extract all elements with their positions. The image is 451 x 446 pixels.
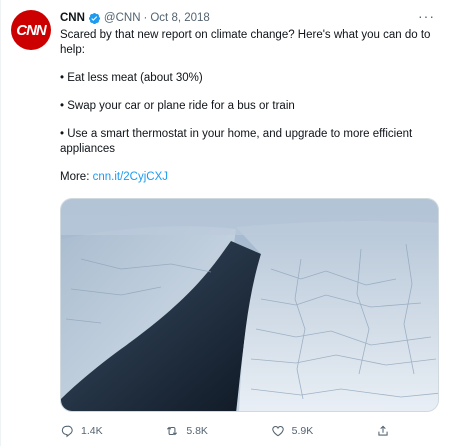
sea-ice-photo [61, 199, 438, 411]
more-label: More: [60, 171, 93, 183]
verified-badge-icon [88, 12, 100, 24]
more-options-icon[interactable]: ··· [418, 8, 435, 24]
tweet-header: CNN @CNN · Oct 8, 2018 [60, 10, 210, 26]
like-button[interactable]: 5.9K [271, 423, 314, 439]
share-icon [378, 425, 388, 436]
author-handle[interactable]: @CNN [104, 12, 141, 24]
tweet-image[interactable] [60, 198, 439, 412]
tweet-actions: 1.4K 5.8K 5.9K [60, 423, 390, 439]
tweet-bullet: • Swap your car or plane ride for a bus … [60, 100, 295, 112]
share-button[interactable] [376, 423, 390, 439]
tweet-card[interactable]: CNN CNN @CNN · Oct 8, 2018 ··· Scared by… [0, 0, 451, 446]
reply-button[interactable]: 1.4K [60, 423, 103, 439]
retweet-icon [167, 426, 178, 436]
reply-icon [61, 425, 73, 438]
header-separator: · [143, 12, 148, 24]
tweet-text: Scared by that new report on climate cha… [60, 28, 440, 185]
tweet-bullet: • Use a smart thermostat in your home, a… [60, 128, 413, 155]
like-icon [271, 426, 284, 437]
reply-count: 1.4K [81, 425, 103, 437]
avatar[interactable]: CNN [11, 10, 51, 50]
tweet-intro: Scared by that new report on climate cha… [60, 29, 431, 56]
author-name[interactable]: CNN [60, 12, 85, 24]
tweet-date[interactable]: Oct 8, 2018 [150, 12, 209, 24]
more-line: More: cnn.it/2CyjCXJ [60, 170, 440, 185]
like-count: 5.9K [291, 425, 314, 437]
retweet-button[interactable]: 5.8K [165, 423, 208, 439]
article-link[interactable]: cnn.it/2CyjCXJ [93, 171, 168, 183]
tweet-bullet: • Eat less meat (about 30%) [60, 72, 203, 84]
retweet-count: 5.8K [186, 425, 208, 437]
avatar-logo: CNN [16, 21, 47, 39]
